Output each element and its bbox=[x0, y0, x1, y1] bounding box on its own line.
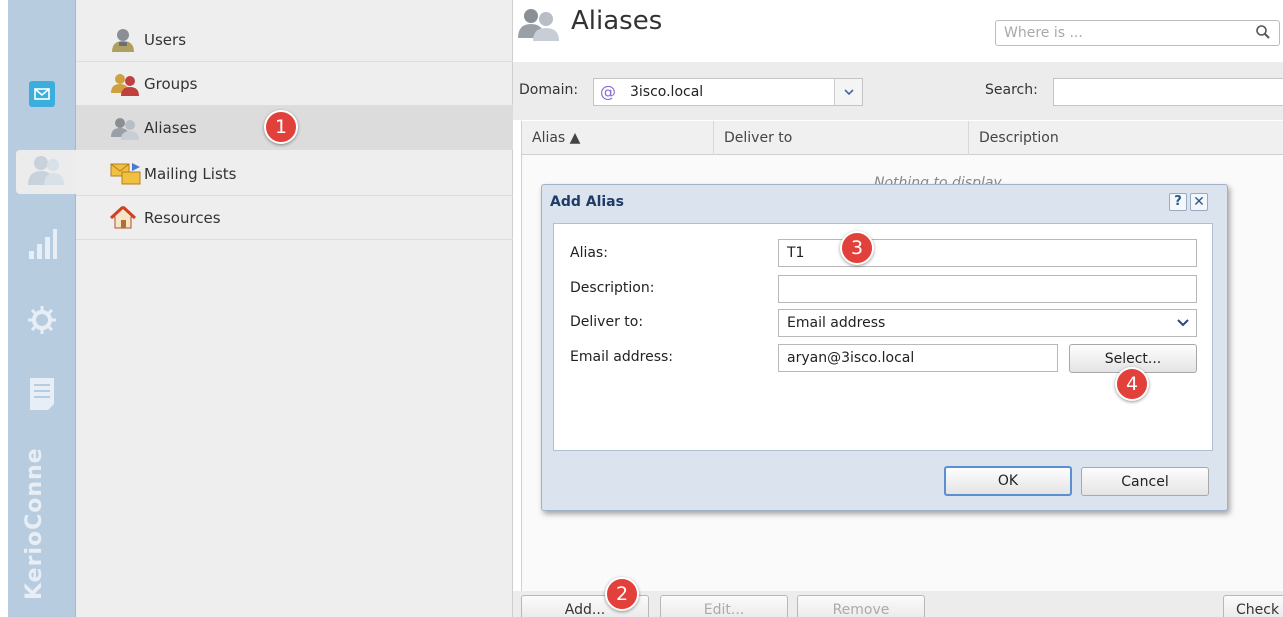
cancel-button[interactable]: Cancel bbox=[1081, 467, 1209, 496]
help-icon[interactable]: ? bbox=[1169, 193, 1187, 211]
nav-item-label: Mailing Lists bbox=[144, 164, 237, 183]
close-icon[interactable]: ✕ bbox=[1190, 193, 1208, 211]
settings-icon bbox=[26, 304, 58, 340]
nav-item-label: Users bbox=[144, 30, 187, 49]
add-alias-dialog: Add Alias ? ✕ Alias: T1 Description: Del… bbox=[541, 184, 1228, 511]
mailing-lists-icon bbox=[110, 159, 144, 189]
column-description[interactable]: Description bbox=[969, 121, 1283, 155]
remove-button[interactable]: Remove bbox=[797, 595, 925, 617]
rail-users-button[interactable] bbox=[16, 150, 76, 194]
column-deliver-to[interactable]: Deliver to bbox=[714, 121, 969, 155]
groups-icon bbox=[110, 69, 144, 99]
section-nav: Users Groups Aliases Mailing Lists Resou… bbox=[76, 0, 513, 617]
nav-item-groups[interactable]: Groups bbox=[76, 62, 513, 106]
search-label: Search: bbox=[985, 82, 1038, 98]
rail-logs-button[interactable] bbox=[16, 374, 68, 418]
where-is-placeholder: Where is ... bbox=[1004, 25, 1083, 41]
dialog-form: Alias: T1 Description: Deliver to: Email… bbox=[553, 223, 1213, 451]
aliases-icon bbox=[110, 113, 144, 143]
ok-button[interactable]: OK bbox=[944, 466, 1072, 496]
nav-item-label: Groups bbox=[144, 74, 198, 93]
step-marker-1: 1 bbox=[264, 110, 298, 144]
statistics-icon bbox=[27, 227, 57, 265]
email-address-input[interactable]: aryan@3isco.local bbox=[778, 344, 1058, 372]
description-label: Description: bbox=[570, 280, 655, 296]
deliver-to-select[interactable]: Email address bbox=[778, 309, 1197, 337]
rail-statistics-button[interactable] bbox=[16, 224, 68, 268]
alias-label: Alias: bbox=[570, 245, 608, 261]
chevron-down-icon[interactable] bbox=[1170, 310, 1196, 336]
nav-item-resources[interactable]: Resources bbox=[76, 196, 513, 240]
table-header: Alias ▲ Deliver to Description bbox=[522, 121, 1283, 155]
domain-label: Domain: bbox=[519, 82, 579, 98]
domain-value: 3isco.local bbox=[630, 84, 704, 100]
where-is-search[interactable]: Where is ... bbox=[995, 20, 1280, 46]
at-icon: @ bbox=[600, 82, 616, 101]
logs-icon bbox=[28, 376, 56, 416]
check-button[interactable]: Check bbox=[1223, 595, 1283, 617]
column-alias[interactable]: Alias ▲ bbox=[522, 121, 714, 155]
nav-item-label: Aliases bbox=[144, 118, 197, 137]
chevron-down-icon[interactable] bbox=[834, 79, 862, 105]
nav-item-users[interactable]: Users bbox=[76, 18, 513, 62]
step-marker-3: 3 bbox=[840, 231, 874, 265]
mail-icon bbox=[28, 80, 56, 112]
page-title: Aliases bbox=[571, 6, 663, 36]
step-marker-2: 2 bbox=[605, 577, 639, 611]
rail-settings-button[interactable] bbox=[16, 300, 68, 344]
deliver-to-label: Deliver to: bbox=[570, 314, 644, 330]
deliver-to-value: Email address bbox=[787, 315, 886, 331]
brand-label: KerioConne bbox=[22, 447, 47, 600]
dialog-title: Add Alias bbox=[550, 194, 624, 210]
nav-item-label: Resources bbox=[144, 208, 221, 227]
app-rail: KerioConne bbox=[8, 0, 76, 617]
search-input[interactable] bbox=[1053, 78, 1283, 106]
filter-toolbar: Domain: @ 3isco.local Search: bbox=[513, 62, 1283, 120]
page-header: Aliases Where is ... bbox=[513, 0, 1283, 50]
user-icon bbox=[110, 25, 144, 55]
description-input[interactable] bbox=[778, 275, 1197, 303]
aliases-icon bbox=[517, 6, 561, 46]
nav-item-mailing-lists[interactable]: Mailing Lists bbox=[76, 152, 513, 196]
domain-select[interactable]: @ 3isco.local bbox=[593, 78, 863, 106]
users-icon bbox=[26, 153, 66, 191]
step-marker-4: 4 bbox=[1115, 367, 1149, 401]
email-address-label: Email address: bbox=[570, 349, 674, 365]
edit-button[interactable]: Edit... bbox=[660, 595, 788, 617]
resources-icon bbox=[110, 203, 144, 233]
rail-mail-button[interactable] bbox=[16, 74, 68, 118]
search-icon[interactable] bbox=[1255, 24, 1271, 48]
